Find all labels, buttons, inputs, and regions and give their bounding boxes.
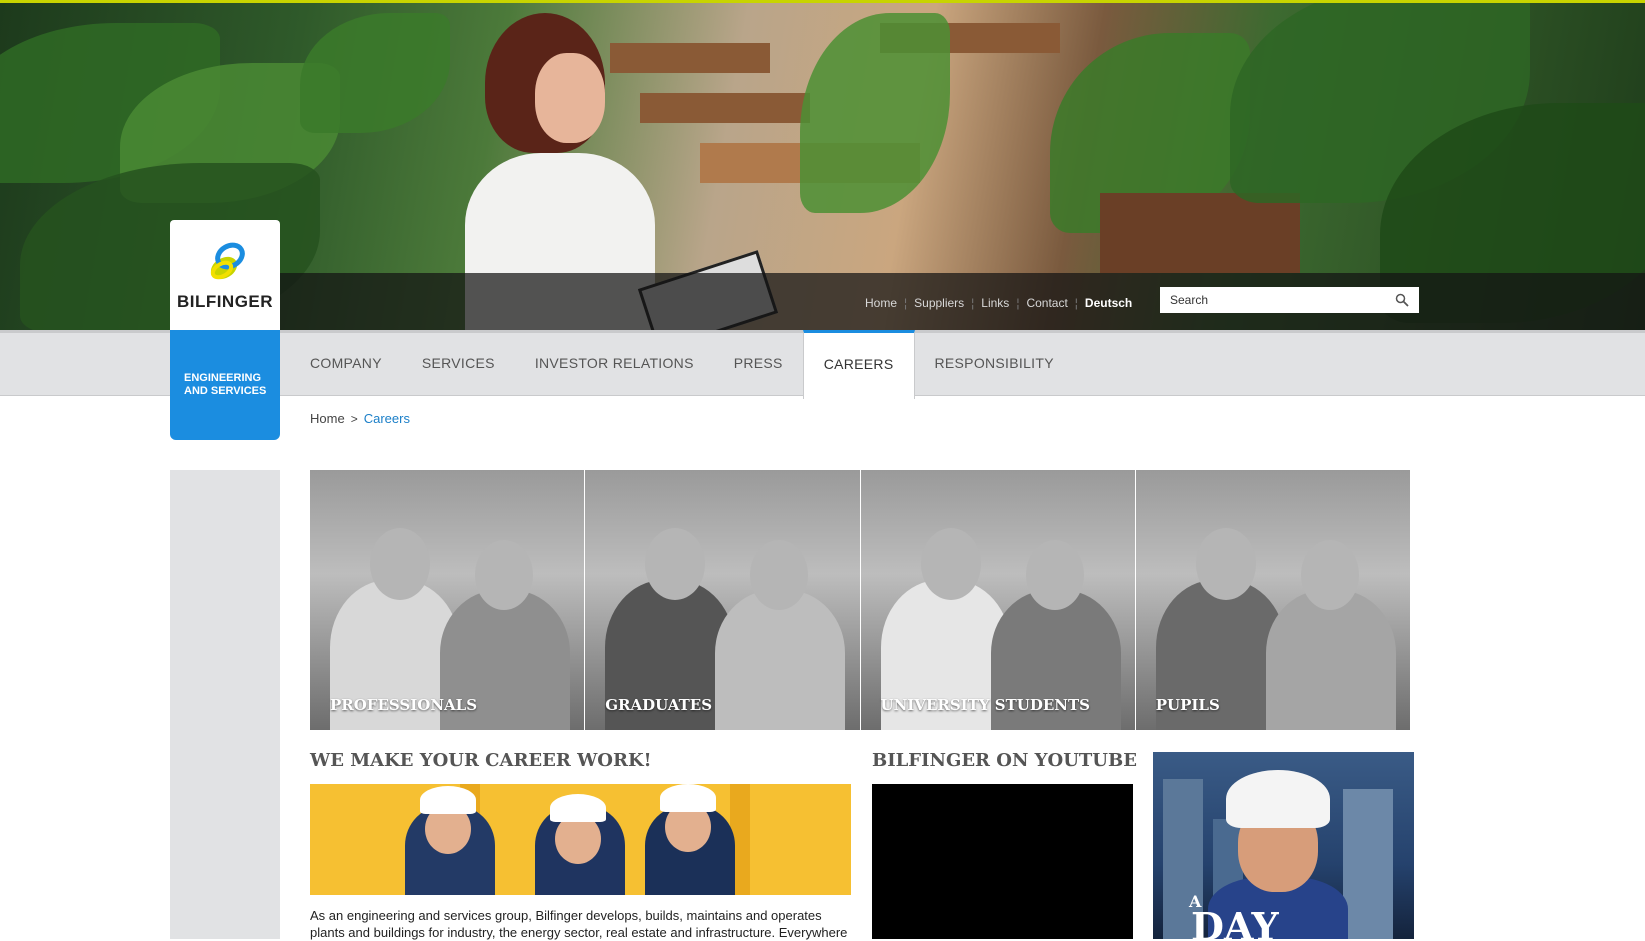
- breadcrumb-separator: >: [350, 411, 358, 426]
- logo-wordmark: BILFINGER: [176, 292, 274, 311]
- day-promo-banner[interactable]: A DAY: [1153, 752, 1414, 939]
- left-sidebar: [170, 470, 280, 939]
- youtube-video-player[interactable]: [872, 784, 1133, 939]
- brand-tagline-box: ENGINEERING AND SERVICES: [170, 330, 280, 440]
- career-section-title: WE MAKE YOUR CAREER WORK!: [310, 750, 652, 771]
- career-tile-label: PROFESSIONALS: [330, 696, 478, 714]
- tagline-line-2: AND SERVICES: [184, 385, 267, 397]
- career-tile-label: GRADUATES: [605, 696, 713, 714]
- util-link-suppliers[interactable]: Suppliers: [914, 296, 964, 310]
- bilfinger-logo-mark-icon: [210, 242, 245, 280]
- nav-item-responsibility[interactable]: RESPONSIBILITY: [915, 333, 1074, 396]
- career-banner-image[interactable]: [310, 784, 851, 895]
- career-tile-graduates[interactable]: GRADUATES: [585, 470, 860, 730]
- search-box: [1160, 287, 1419, 313]
- nav-item-services[interactable]: SERVICES: [402, 333, 515, 396]
- nav-item-careers[interactable]: CAREERS: [802, 330, 915, 399]
- career-tile-label: UNIVERSITY STUDENTS: [880, 696, 1091, 714]
- search-icon[interactable]: [1395, 293, 1409, 307]
- util-link-links[interactable]: Links: [981, 296, 1009, 310]
- breadcrumb-home[interactable]: Home: [310, 411, 345, 426]
- career-intro-text: As an engineering and services group, Bi…: [310, 908, 848, 940]
- breadcrumb-current: Careers: [363, 411, 410, 426]
- career-tile-pupils[interactable]: PUPILS: [1135, 470, 1410, 730]
- nav-item-company[interactable]: COMPANY: [290, 333, 402, 396]
- util-separator: ¦: [971, 296, 975, 310]
- youtube-section-title: BILFINGER ON YOUTUBE: [872, 750, 1137, 771]
- language-link-deutsch[interactable]: Deutsch: [1085, 296, 1132, 310]
- promo-word-day: DAY: [1191, 904, 1279, 939]
- career-tile-university-students[interactable]: UNIVERSITY STUDENTS: [860, 470, 1135, 730]
- util-link-contact[interactable]: Contact: [1026, 296, 1067, 310]
- career-tile-label: PUPILS: [1155, 696, 1220, 714]
- hero-woman-figure: [465, 13, 655, 330]
- search-input[interactable]: [1160, 292, 1387, 308]
- tagline-line-1: ENGINEERING: [184, 372, 262, 384]
- nav-item-press[interactable]: PRESS: [714, 333, 803, 396]
- util-link-home[interactable]: Home: [865, 296, 897, 310]
- nav-item-investor-relations[interactable]: INVESTOR RELATIONS: [515, 333, 714, 396]
- util-separator: ¦: [904, 296, 908, 310]
- helmet-image: [1226, 770, 1330, 828]
- career-tiles: PROFESSIONALS GRADUATES UNIVERSITY STUDE…: [310, 470, 1410, 730]
- utility-nav: Home ¦ Suppliers ¦ Links ¦ Contact ¦ Deu…: [865, 296, 1132, 310]
- career-tile-professionals[interactable]: PROFESSIONALS: [310, 470, 585, 730]
- util-separator: ¦: [1074, 296, 1078, 310]
- util-separator: ¦: [1016, 296, 1020, 310]
- bilfinger-logo[interactable]: BILFINGER: [170, 220, 280, 330]
- breadcrumb: Home > Careers: [310, 411, 410, 426]
